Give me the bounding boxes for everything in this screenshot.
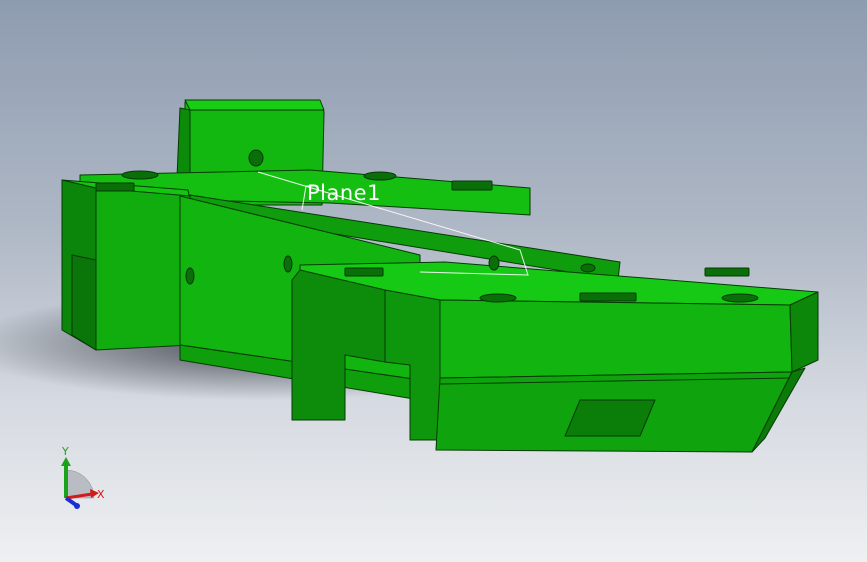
right-block-front	[439, 299, 793, 379]
right-block-left-face	[291, 269, 386, 421]
triad-z-arrowhead	[74, 503, 80, 509]
top-hole-4	[721, 293, 759, 303]
orientation-triad[interactable]: Y X	[61, 445, 105, 509]
top-slot-5	[704, 267, 750, 277]
left-block-front	[95, 187, 191, 351]
graphics-viewport[interactable]: Plane1 Y X	[0, 0, 867, 562]
triad-x-label: X	[97, 488, 105, 501]
rail-hole	[488, 255, 500, 271]
part-body[interactable]	[61, 99, 819, 453]
bottom-box-window	[564, 399, 656, 437]
right-block-end	[789, 291, 819, 373]
side-hole-2	[283, 255, 293, 273]
rail-hole-2	[580, 263, 596, 273]
top-hole-1	[121, 170, 159, 180]
top-slot-2	[451, 180, 493, 191]
triad-z-axis	[64, 496, 78, 507]
top-hole-2	[363, 171, 397, 181]
left-skirt	[71, 254, 97, 351]
top-slot-4	[579, 292, 637, 302]
side-hole-1	[185, 267, 195, 285]
tab-hole	[248, 149, 264, 167]
plane-label[interactable]: Plane1	[307, 181, 381, 205]
top-slot-3	[344, 267, 384, 277]
top-hole-3	[479, 293, 517, 303]
triad-y-label: Y	[61, 445, 69, 458]
top-slot-1	[95, 182, 135, 192]
upright-tab-top	[184, 99, 325, 111]
triad-y-arrowhead	[61, 457, 71, 466]
